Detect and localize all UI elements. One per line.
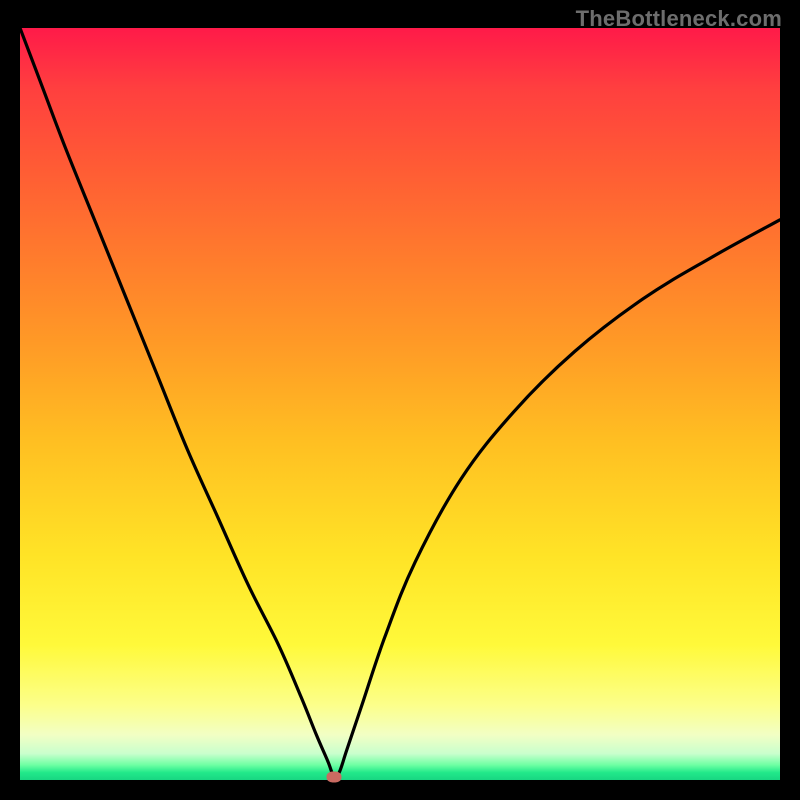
minimum-marker [326,771,341,782]
bottleneck-curve [20,28,780,780]
chart-frame: TheBottleneck.com [0,0,800,800]
plot-area [20,28,780,780]
